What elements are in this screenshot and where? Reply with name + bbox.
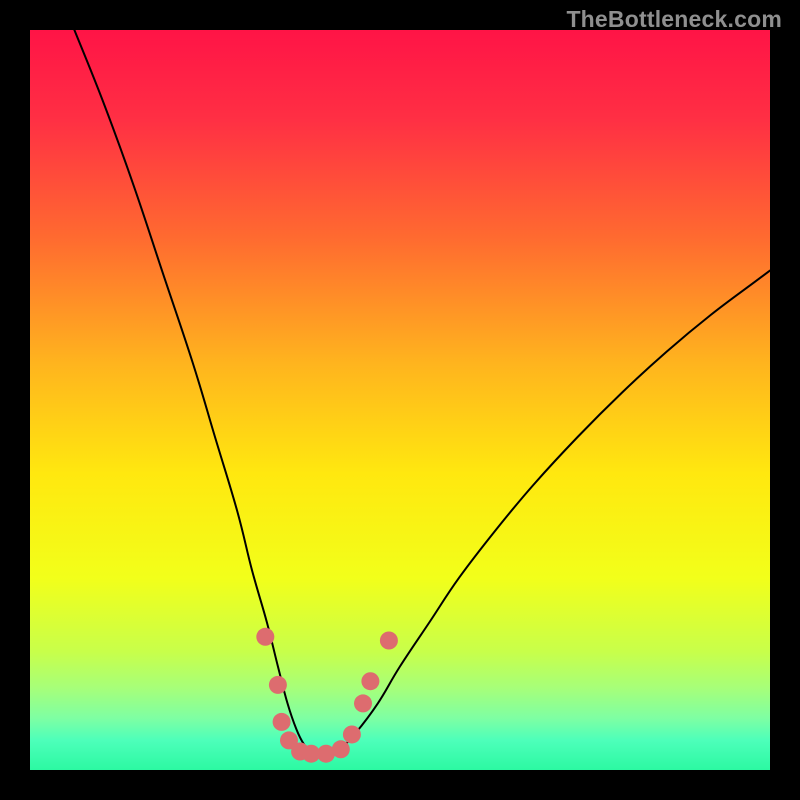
curve-marker [256, 628, 274, 646]
curve-layer [30, 30, 770, 770]
curve-marker [380, 632, 398, 650]
curve-marker [332, 740, 350, 758]
curve-markers [256, 628, 398, 763]
plot-area [30, 30, 770, 770]
curve-marker [273, 713, 291, 731]
chart-stage: TheBottleneck.com [0, 0, 800, 800]
curve-marker [361, 672, 379, 690]
curve-marker [343, 725, 361, 743]
curve-marker [354, 694, 372, 712]
bottleneck-curve [74, 30, 770, 755]
curve-marker [269, 676, 287, 694]
watermark-text: TheBottleneck.com [566, 6, 782, 33]
